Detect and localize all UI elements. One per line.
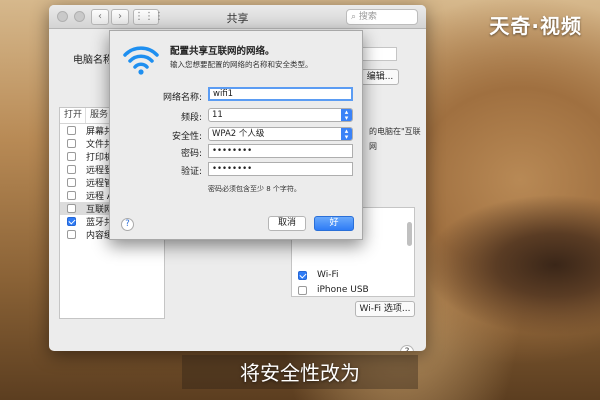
security-value: WPA2 个人级 — [212, 129, 265, 139]
port-iphone-usb-label: iPhone USB — [317, 285, 369, 295]
network-name-input[interactable]: wifi1 — [208, 87, 353, 101]
service-checkbox[interactable] — [67, 139, 76, 148]
search-placeholder: 搜索 — [358, 12, 377, 22]
port-iphone-usb-checkbox[interactable] — [298, 285, 307, 295]
column-header-service: 服务 — [90, 110, 109, 120]
service-checkbox[interactable] — [67, 217, 76, 226]
service-checkbox[interactable] — [67, 178, 76, 187]
watermark-logo: 天奇·视频 — [489, 14, 582, 38]
port-row-wifi[interactable]: Wi-Fi — [298, 270, 338, 280]
password-label: 密码: — [180, 149, 202, 159]
configure-network-sheet: 配置共享互联网的网络。 输入您想要配置的网络的名称和安全类型。 网络名称: wi… — [109, 30, 363, 240]
service-checkbox[interactable] — [67, 152, 76, 161]
channel-select[interactable]: 11 ▴ ▾ — [208, 108, 353, 122]
column-header-on: 打开 — [60, 108, 86, 123]
security-label: 安全性: — [171, 132, 202, 142]
service-description-text: 的电脑在"互联 — [369, 127, 421, 136]
verify-password-input[interactable]: •••••••• — [208, 162, 353, 176]
sheet-help-button[interactable]: ? — [121, 218, 134, 231]
password-input[interactable]: •••••••• — [208, 144, 353, 158]
port-wifi-checkbox[interactable] — [298, 270, 307, 280]
chevron-updown-icon: ▴ ▾ — [341, 109, 352, 122]
verify-label: 验证: — [180, 167, 202, 177]
wifi-icon — [123, 46, 159, 75]
help-button[interactable]: ? — [400, 345, 414, 351]
service-checkbox[interactable] — [67, 165, 76, 174]
video-subtitle: 将安全性改为 — [240, 361, 360, 385]
port-row-iphone-usb[interactable]: iPhone USB — [298, 285, 369, 295]
search-input[interactable]: ⌕ 搜索 — [346, 9, 418, 25]
service-checkbox[interactable] — [67, 230, 76, 239]
edit-button[interactable]: 编辑... — [361, 69, 399, 85]
cancel-button[interactable]: 取消 — [268, 216, 306, 231]
sheet-subtitle: 输入您想要配置的网络的名称和安全类型。 — [170, 60, 313, 69]
service-checkbox[interactable] — [67, 204, 76, 213]
security-select[interactable]: WPA2 个人级 ▴ ▾ — [208, 127, 353, 141]
password-hint: 密码必须包含至少 8 个字符。 — [208, 185, 301, 193]
service-checkbox[interactable] — [67, 191, 76, 200]
title-bar: ‹ › ⋮⋮⋮ 共享 ⌕ 搜索 — [49, 5, 426, 29]
sheet-title: 配置共享互联网的网络。 — [170, 46, 275, 57]
wifi-options-button[interactable]: Wi-Fi 选项... — [355, 301, 415, 317]
service-checkbox[interactable] — [67, 126, 76, 135]
ports-scrollbar[interactable] — [407, 222, 412, 246]
channel-value: 11 — [212, 110, 223, 120]
service-description-text-2: 网 — [369, 142, 377, 151]
chevron-updown-icon: ▴ ▾ — [341, 128, 352, 141]
search-icon: ⌕ — [351, 12, 357, 22]
port-wifi-label: Wi-Fi — [317, 270, 339, 280]
computer-name-field[interactable] — [359, 47, 397, 61]
network-name-label: 网络名称: — [162, 93, 202, 103]
ok-button[interactable]: 好 — [314, 216, 354, 231]
channel-label: 频段: — [180, 113, 202, 123]
